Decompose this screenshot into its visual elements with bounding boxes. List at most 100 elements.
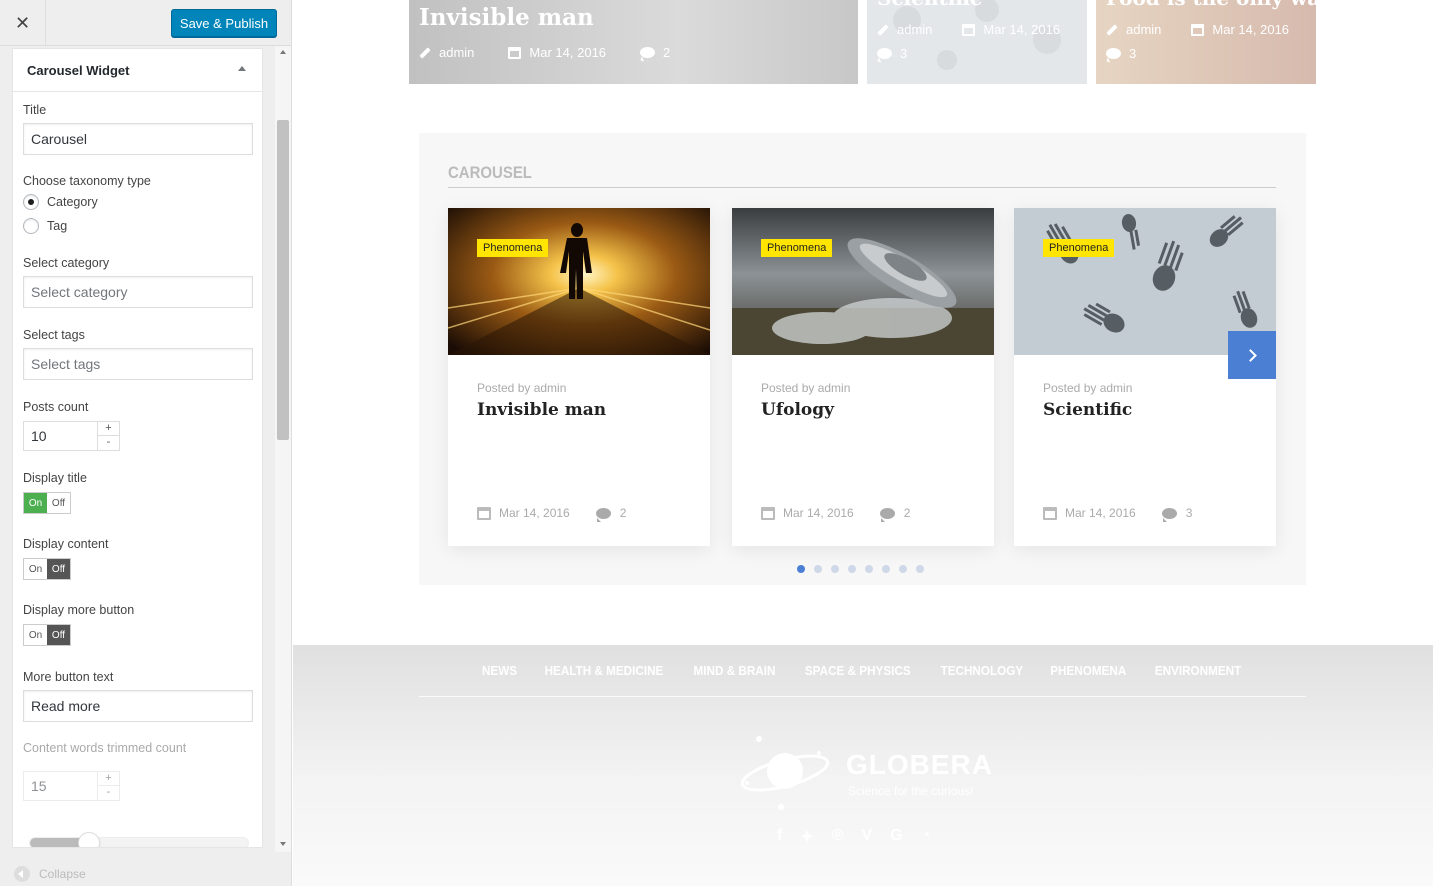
comment-icon [640,47,656,58]
slide-overlay [867,0,1087,84]
pagination-dot[interactable] [916,565,924,573]
radio-tag-control[interactable] [23,218,39,234]
radio-category[interactable]: Category [23,194,98,210]
select-tags-label: Select tags [23,328,85,342]
range-slider[interactable] [29,832,249,847]
posted-by: Posted by admin [1043,381,1133,395]
slide-meta: admin Mar 14, 2016 2 [419,45,670,60]
collapse-arrow-icon[interactable] [238,66,246,71]
widget-header[interactable]: Carousel Widget [13,49,262,92]
more-text-input[interactable]: Read more [23,690,253,722]
pagination-dot[interactable] [848,565,856,573]
sidebar-scrollbar[interactable] [275,46,291,852]
pagination-dot[interactable] [882,565,890,573]
increment-button[interactable]: + [98,422,119,436]
comment-icon [1106,48,1121,59]
sidebar-header: ✕ Save & Publish [0,0,291,46]
select-category-label: Select category [23,256,110,270]
slide-title: Invisible man [419,4,594,31]
brand-tagline: Science for the curious! [848,784,974,798]
collapse-button[interactable]: Collapse [14,866,86,882]
calendar-icon [477,506,491,520]
close-button[interactable]: ✕ [0,0,46,46]
pagination-dot[interactable] [814,565,822,573]
site-preview: Invisible man admin Mar 14, 2016 2 Scien… [293,0,1433,886]
slide-title: Food is the only way [1106,0,1316,10]
social-links: f ✦ ℗ V G ◔ [777,827,930,847]
carousel-card[interactable]: Phenomena Posted by admin Ufology Mar 14… [732,208,994,546]
customizer-sidebar: ✕ Save & Publish Carousel Widget Title C… [0,0,292,886]
top-slide-card[interactable]: Invisible man admin Mar 14, 2016 2 [409,0,858,84]
category-badge[interactable]: Phenomena [477,239,549,257]
display-content-toggle[interactable]: On Off [23,558,71,580]
site-footer: NEWS HEALTH & MEDICINE MIND & BRAIN SPAC… [293,645,1433,886]
slide-comments: 2 [663,45,671,60]
slider-handle[interactable] [78,832,100,847]
google-icon[interactable]: G [890,827,902,847]
pagination-dot[interactable] [865,565,873,573]
toggle-on: On [28,563,43,575]
pinterest-icon[interactable]: ℗ [832,827,844,847]
comment-icon [879,507,895,522]
facebook-icon[interactable]: f [777,827,782,847]
select-category-input[interactable]: Select category [23,276,253,308]
chevron-right-icon [1243,348,1257,362]
card-title[interactable]: Ufology [761,400,834,420]
toggle-on: On [28,629,43,641]
decrement-button[interactable]: - [98,786,119,800]
category-badge[interactable]: Phenomena [761,239,833,257]
title-input[interactable]: Carousel [23,123,253,155]
comment-icon [1161,507,1177,522]
save-publish-button[interactable]: Save & Publish [171,9,277,37]
display-more-toggle[interactable]: On Off [23,624,71,646]
pagination-dot[interactable] [831,565,839,573]
taxonomy-label: Choose taxonomy type [23,174,151,188]
footer-nav-item[interactable]: PHENOMENA [1051,663,1127,678]
card-title[interactable]: Scientific [1043,400,1132,420]
trim-count-stepper[interactable]: 15 + - [23,771,120,801]
decrement-button[interactable]: - [98,436,119,450]
radio-category-control[interactable] [23,194,39,210]
trim-label: Content words trimmed count [23,741,187,755]
top-slide-card[interactable]: Food is the only way admin Mar 14, 2016 … [1096,0,1316,84]
scroll-thumb[interactable] [277,120,289,440]
slide-comments: 3 [1129,46,1137,61]
footer-nav-item[interactable]: ENVIRONMENT [1155,663,1241,678]
carousel-card[interactable]: Phenomena Posted by admin Invisible man … [448,208,710,546]
vimeo-icon[interactable]: V [862,827,873,847]
pencil-icon [419,46,431,59]
slide-date: Mar 14, 2016 [983,22,1061,37]
toggle-off: Off [47,559,70,579]
calendar-icon [761,506,775,520]
footer-nav-item[interactable]: TECHNOLOGY [940,663,1023,678]
slide-title: Scientific [877,0,982,10]
slide-meta: admin Mar 14, 2016 [1106,22,1289,37]
scroll-down-icon[interactable] [280,842,286,846]
increment-button[interactable]: + [98,772,119,786]
slide-date: Mar 14, 2016 [529,45,607,60]
display-title-toggle[interactable]: On Off [23,492,71,514]
planet-logo-icon[interactable] [739,733,831,811]
calendar-icon [962,23,976,36]
footer-nav-item[interactable]: HEALTH & MEDICINE [545,663,664,678]
slide-overlay [1096,0,1316,84]
collapse-icon [14,866,30,882]
card-title[interactable]: Invisible man [477,400,606,420]
twitter-icon[interactable]: ✦ [800,827,813,847]
select-tags-input[interactable]: Select tags [23,348,253,380]
more-text-label: More button text [23,670,114,684]
card-meta: Mar 14, 2016 2 [477,506,626,522]
footer-nav-item[interactable]: MIND & BRAIN [694,663,776,678]
carousel-next-button[interactable] [1228,331,1276,379]
scroll-up-icon[interactable] [280,50,286,54]
pagination-dot[interactable] [797,565,805,573]
radio-tag[interactable]: Tag [23,218,67,234]
footer-nav-item[interactable]: SPACE & PHYSICS [805,663,911,678]
card-date: Mar 14, 2016 [1065,506,1136,520]
posts-count-stepper[interactable]: 10 + - [23,421,120,451]
category-badge[interactable]: Phenomena [1043,239,1115,257]
footer-nav-item[interactable]: NEWS [482,663,517,678]
rss-icon[interactable]: ◔ [921,827,931,847]
top-slide-card[interactable]: Scientific admin Mar 14, 2016 3 [867,0,1087,84]
pagination-dot[interactable] [899,565,907,573]
